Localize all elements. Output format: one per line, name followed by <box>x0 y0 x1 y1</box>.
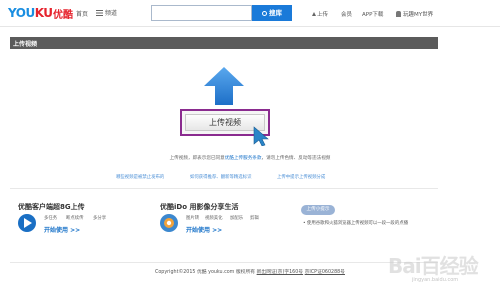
help-link-share[interactable]: 上传中提示上传视频分成 <box>277 174 325 180</box>
ido-feature-4: 剪辑 <box>250 216 259 221</box>
watermark: Bai百经验 <box>388 254 479 278</box>
client-feature-2: 断点续传 <box>66 216 84 221</box>
divider <box>10 188 438 189</box>
upload-tip-text: • 使用谷歌和火狐浏览器上传视频可以一段一段的点播 <box>303 221 408 226</box>
header-upload-link[interactable]: 上传 <box>312 10 328 18</box>
upload-arrow-icon <box>312 12 316 16</box>
section-header: 上传视频 <box>10 37 438 49</box>
user-name: 玩趣MY世界 <box>403 12 434 18</box>
notice-prefix: 上传视频，即表示您已同意 <box>169 156 225 161</box>
youku-logo[interactable]: YOUKU <box>8 6 53 20</box>
client-app-icon[interactable] <box>18 214 36 232</box>
ido-feature-3: 加配乐 <box>230 216 244 221</box>
upload-notice: 上传视频，即表示您已同意优酷上传服务条款，请勿上传色情、反动等违法视频 <box>110 155 390 161</box>
client-feature-1: 多任务 <box>44 216 58 221</box>
copyright-text: Copyright©2015 优酷 youku.com 版权所有 <box>155 270 256 275</box>
client-start-link[interactable]: 开始使用 >> <box>44 225 80 234</box>
cursor-pointer-icon <box>253 126 269 146</box>
logo-you: YOU <box>8 6 35 20</box>
nav-home-link[interactable]: 首页 <box>76 9 88 18</box>
upload-page: YOUKU 优酷 首页 频道 搜库 上传 会员 APP下载 玩趣MY世界 上传视… <box>0 0 500 300</box>
client-promo-title: 优酷客户端超8G上传 <box>18 203 85 211</box>
header-user-menu[interactable]: 玩趣MY世界 <box>396 10 433 18</box>
nav-channel-label: 频道 <box>105 10 118 17</box>
hamburger-icon <box>96 10 103 16</box>
ido-feature-1: 图片转 <box>186 216 200 221</box>
notice-suffix: ，请勿上传色情、反动等违法视频 <box>261 156 331 161</box>
logo-ku: KU <box>34 6 53 20</box>
ido-feature-2: 视频美化 <box>205 216 223 221</box>
footer-divider <box>10 262 438 263</box>
upload-tip-badge: 上传小提示 <box>301 205 335 215</box>
top-navigation-bar: YOUKU 优酷 首页 频道 搜库 上传 会员 APP下载 玩趣MY世界 <box>0 0 500 27</box>
watermark-url: jingyan.baidu.com <box>412 277 459 283</box>
user-icon <box>396 11 401 17</box>
header-upload-label: 上传 <box>317 12 329 18</box>
header-member-link[interactable]: 会员 <box>341 10 352 18</box>
upload-tip-body: 使用谷歌和火狐浏览器上传视频可以一段一段的点播 <box>307 221 408 226</box>
ido-promo-title: 优酷iDo 用影像分享生活 <box>160 203 239 211</box>
client-feature-3: 多分享 <box>93 216 107 221</box>
big-upload-arrow-icon[interactable] <box>203 66 245 106</box>
help-link-recommend[interactable]: 如何获得推荐、翻新等精选标识 <box>190 174 251 180</box>
play-icon <box>24 218 32 228</box>
logo-chinese[interactable]: 优酷 <box>53 6 73 21</box>
ido-app-icon[interactable] <box>160 214 178 232</box>
license-link-2[interactable]: 京ICP证060288号 <box>305 270 345 275</box>
search-input[interactable] <box>151 5 252 21</box>
ido-icon <box>164 218 174 228</box>
header-app-download-link[interactable]: APP下载 <box>362 10 383 18</box>
nav-channel-menu[interactable]: 频道 <box>96 8 117 17</box>
search-icon <box>262 10 267 16</box>
search-button[interactable]: 搜库 <box>252 5 292 21</box>
terms-link[interactable]: 优酷上传服务条款 <box>225 156 262 161</box>
search-button-label: 搜库 <box>269 9 282 17</box>
section-title: 上传视频 <box>13 41 38 48</box>
license-link-1[interactable]: 新出网证(京)字160号 <box>257 270 303 275</box>
ido-start-link[interactable]: 开始使用 >> <box>186 225 222 234</box>
help-link-forbidden[interactable]: 哪些视频是被禁止发布的 <box>116 174 164 180</box>
